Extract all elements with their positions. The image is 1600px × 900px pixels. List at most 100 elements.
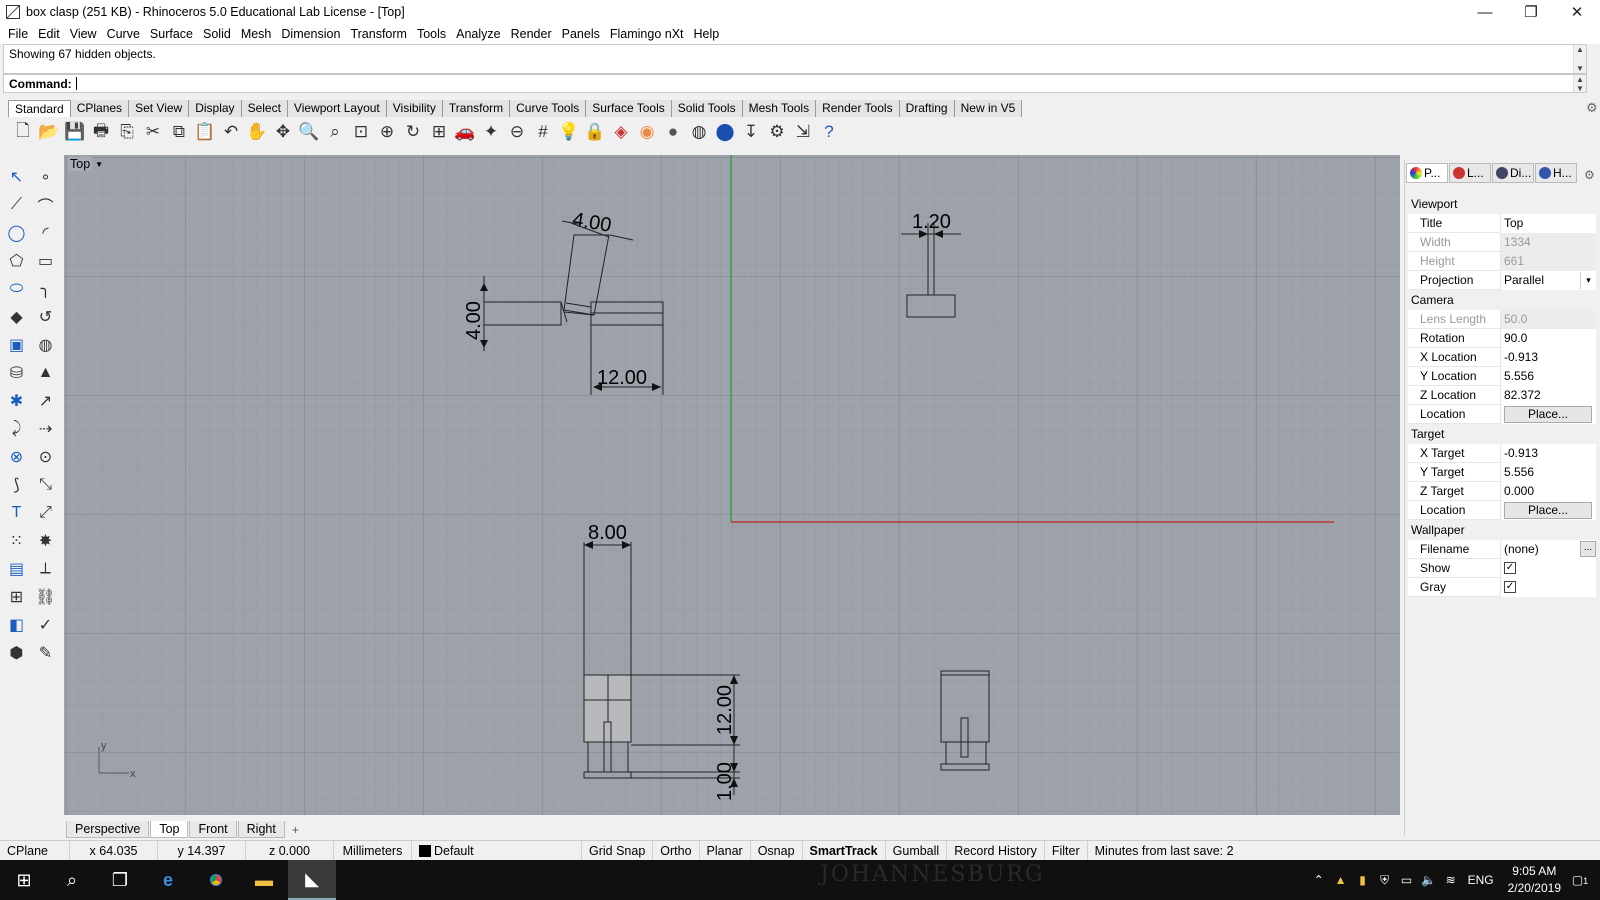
settings-icon[interactable]: ⚙: [764, 119, 790, 145]
x-location-value[interactable]: -0.913: [1500, 347, 1596, 367]
arrow-icon[interactable]: ↗: [34, 389, 58, 413]
viewport-tab-front[interactable]: Front: [189, 821, 237, 838]
extrude-icon[interactable]: ▲: [34, 361, 58, 385]
gray-checkbox[interactable]: ✓: [1504, 581, 1516, 593]
toolbar-tab-viewport-layout[interactable]: Viewport Layout: [287, 100, 387, 117]
fillet-icon[interactable]: ╮: [34, 277, 58, 301]
layer-indicator[interactable]: Default: [412, 840, 582, 861]
search-icon[interactable]: ⌕: [48, 860, 96, 900]
chrome-icon[interactable]: [192, 860, 240, 900]
polygon-icon[interactable]: ⬠: [5, 249, 29, 273]
render-box-icon[interactable]: ▤: [5, 557, 29, 581]
tray-network-icon[interactable]: ▭: [1397, 873, 1417, 887]
menu-transform[interactable]: Transform: [345, 27, 412, 41]
check-icon[interactable]: ✓: [34, 613, 58, 637]
mesh-icon[interactable]: ◧: [5, 613, 29, 637]
viewport-title[interactable]: Top ▼: [68, 157, 103, 171]
chevron-down-icon[interactable]: ▾: [1580, 271, 1596, 289]
curve-edit-icon[interactable]: ⟆: [5, 473, 29, 497]
record-history-toggle[interactable]: Record History: [947, 840, 1045, 861]
command-input-caret[interactable]: [75, 77, 77, 90]
z-target-value[interactable]: 0.000: [1500, 481, 1596, 501]
osnap-toggle[interactable]: Osnap: [751, 840, 803, 861]
zoom-window-icon[interactable]: ⌕: [322, 119, 348, 145]
array-icon[interactable]: ⁙: [5, 529, 29, 553]
sphere-icon[interactable]: ◍: [34, 333, 58, 357]
task-view-icon[interactable]: ❐: [96, 860, 144, 900]
y-location-value[interactable]: 5.556: [1500, 366, 1596, 386]
scale-icon[interactable]: ⤢: [34, 501, 58, 525]
panel-gear-icon[interactable]: ⚙: [1584, 168, 1595, 182]
cut-icon[interactable]: ✂: [140, 119, 166, 145]
render-options-icon[interactable]: ✦: [478, 119, 504, 145]
toolbar-tab-standard[interactable]: Standard: [8, 100, 71, 117]
volume-icon[interactable]: 🔈: [1419, 873, 1439, 887]
target-place-button[interactable]: Place...: [1504, 501, 1592, 519]
toolbar-tab-display[interactable]: Display: [189, 100, 242, 117]
open-file-icon[interactable]: 📂: [36, 119, 62, 145]
rectangle-icon[interactable]: ▭: [34, 249, 58, 273]
toolbar-tab-cplanes[interactable]: CPlanes: [70, 100, 130, 117]
circle-icon[interactable]: ◯: [5, 221, 29, 245]
rhino-taskbar-icon[interactable]: ◣: [288, 860, 336, 900]
wifi-icon[interactable]: ≋: [1441, 873, 1461, 887]
polyline-icon[interactable]: ⟋: [5, 193, 29, 217]
grid-icon[interactable]: #: [530, 119, 556, 145]
explode-icon[interactable]: ✸: [34, 529, 58, 553]
pan-icon[interactable]: ✋: [244, 119, 270, 145]
surface-icon[interactable]: ◆: [5, 305, 29, 329]
viewport-tab-top[interactable]: Top: [150, 821, 189, 838]
y-target-value[interactable]: 5.556: [1500, 462, 1596, 482]
filename-value[interactable]: (none): [1504, 540, 1539, 559]
paste-icon[interactable]: 📋: [192, 119, 218, 145]
smarttrack-toggle[interactable]: SmartTrack: [803, 840, 886, 861]
lock-icon[interactable]: 🔒: [582, 119, 608, 145]
menu-panels[interactable]: Panels: [557, 27, 605, 41]
units-label[interactable]: Millimeters: [334, 840, 412, 861]
revolve-icon[interactable]: ↺: [34, 305, 58, 329]
projection-value[interactable]: Parallel ▾: [1500, 270, 1596, 290]
command-scrollbar[interactable]: ▲ ▼: [1573, 75, 1586, 93]
grid-array-icon[interactable]: ⊞: [5, 585, 29, 609]
menu-curve[interactable]: Curve: [102, 27, 145, 41]
toolbar-tab-curve-tools[interactable]: Curve Tools: [510, 100, 587, 117]
group-icon[interactable]: ⊙: [34, 445, 58, 469]
rotate-icon[interactable]: ↻: [400, 119, 426, 145]
panel-tab-3[interactable]: Di...: [1492, 163, 1534, 183]
toolbar-tab-mesh-tools[interactable]: Mesh Tools: [742, 100, 817, 117]
toolbar-tab-render-tools[interactable]: Render Tools: [816, 100, 900, 117]
osnap-icon[interactable]: ⊖: [504, 119, 530, 145]
point-icon[interactable]: ∘: [34, 165, 58, 189]
toolbar-tab-transform[interactable]: Transform: [442, 100, 511, 117]
viewport-name[interactable]: Top: [68, 157, 93, 171]
menu-render[interactable]: Render: [506, 27, 557, 41]
tray-chevron-icon[interactable]: ⌃: [1309, 873, 1329, 887]
gumball-icon[interactable]: ✱: [5, 389, 29, 413]
file-explorer-icon[interactable]: ▬: [240, 860, 288, 900]
print-icon[interactable]: 🖶: [88, 119, 114, 145]
save-icon[interactable]: 💾: [62, 119, 88, 145]
panel-tab-4[interactable]: H...: [1535, 163, 1577, 183]
join-icon[interactable]: ⛓: [34, 585, 58, 609]
add-viewport-tab-button[interactable]: +: [286, 822, 305, 838]
text-icon[interactable]: T: [5, 501, 29, 525]
history-scrollbar[interactable]: ▲ ▼: [1573, 45, 1586, 73]
box-icon[interactable]: ▣: [5, 333, 29, 357]
panel-tab-2[interactable]: L...: [1449, 163, 1491, 183]
viewport-tab-perspective[interactable]: Perspective: [66, 821, 150, 838]
toolbar-tab-select[interactable]: Select: [241, 100, 288, 117]
filter-toggle[interactable]: Filter: [1045, 840, 1088, 861]
copy-icon[interactable]: ⧉: [166, 119, 192, 145]
menu-tools[interactable]: Tools: [412, 27, 451, 41]
menu-file[interactable]: File: [3, 27, 33, 41]
move-icon[interactable]: ⤸: [5, 417, 29, 441]
cplane-label[interactable]: CPlane: [0, 840, 70, 861]
boolean-icon[interactable]: ⊗: [5, 445, 29, 469]
grid-snap-toggle[interactable]: Grid Snap: [582, 840, 654, 861]
zoom-selected-icon[interactable]: ⊕: [374, 119, 400, 145]
trim-icon[interactable]: ⤡: [34, 473, 58, 497]
light-icon[interactable]: 💡: [556, 119, 582, 145]
toolbar-tab-set-view[interactable]: Set View: [129, 100, 190, 117]
color-wheel-icon[interactable]: ◉: [634, 119, 660, 145]
layer-icon[interactable]: ◈: [608, 119, 634, 145]
